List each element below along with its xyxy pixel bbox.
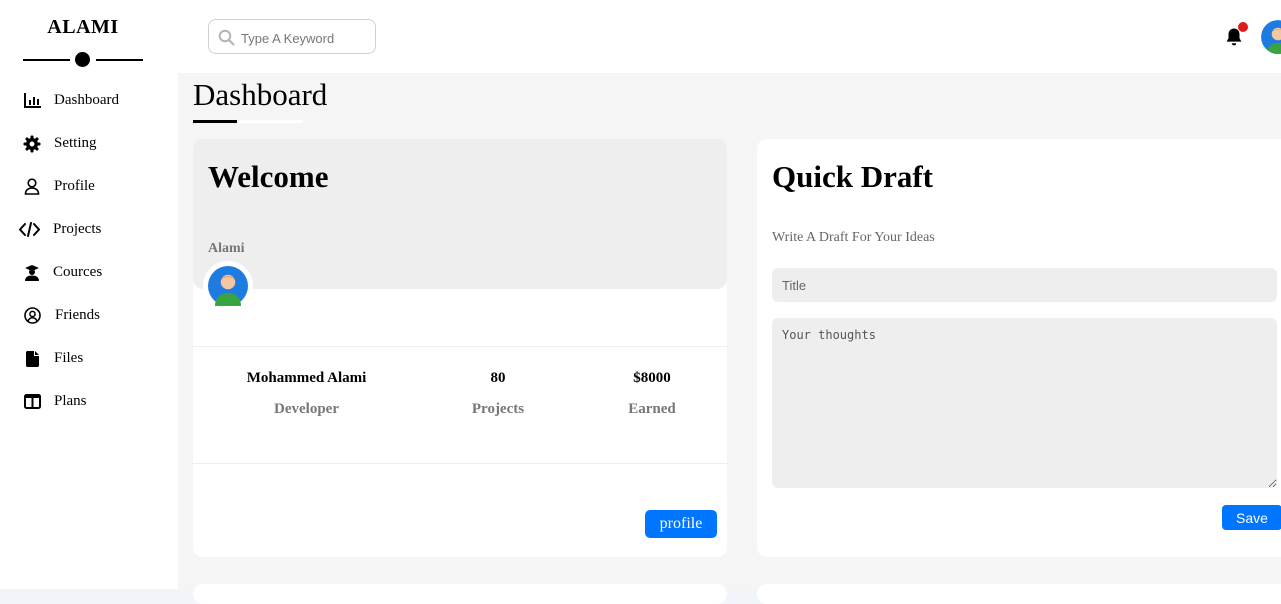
page-title: Dashboard <box>193 77 328 112</box>
stat-value: $8000 <box>633 370 671 386</box>
stat-earned: $8000 Earned <box>602 370 702 418</box>
stat-label: Projects <box>471 401 525 417</box>
user-icon <box>22 177 42 197</box>
sidebar-item-profile[interactable]: Profile <box>0 165 178 208</box>
stat-projects: 80 Projects <box>448 370 548 418</box>
stat-value: 80 <box>490 370 506 386</box>
next-card-left <box>193 584 727 604</box>
sidebar-nav: Dashboard Setting Profile Projects Courc… <box>0 79 178 423</box>
search-box <box>208 19 376 54</box>
sidebar-item-label: Cources <box>53 264 103 280</box>
profile-stats: Mohammed Alami Developer 80 Projects $80… <box>193 346 727 464</box>
sidebar-item-label: Setting <box>54 135 97 151</box>
sidebar-item-dashboard[interactable]: Dashboard <box>0 79 178 122</box>
sidebar-item-setting[interactable]: Setting <box>0 122 178 165</box>
stat-label: Earned <box>628 401 676 417</box>
save-button[interactable]: Save <box>1222 505 1281 530</box>
code-icon <box>18 220 40 240</box>
profile-button[interactable]: profile <box>645 510 717 538</box>
sidebar-item-label: Dashboard <box>54 92 119 108</box>
sidebar-item-label: Friends <box>55 307 100 323</box>
next-card-right <box>757 584 1281 604</box>
stat-label: Developer <box>274 401 339 417</box>
draft-thoughts-textarea[interactable] <box>772 318 1277 488</box>
draft-subtitle: Write A Draft For Your Ideas <box>772 230 935 245</box>
sidebar-item-label: Files <box>54 350 84 366</box>
draft-title-input[interactable] <box>772 268 1277 302</box>
sidebar-item-friends[interactable]: Friends <box>0 294 178 337</box>
notification-badge <box>1238 22 1248 32</box>
draft-title: Quick Draft <box>772 159 934 194</box>
brand-decoration <box>23 52 143 68</box>
sidebar: ALAMI Dashboard Setting Profile Projects… <box>0 0 178 589</box>
welcome-header: Welcome Alami <box>193 139 727 289</box>
welcome-card: Welcome Alami Mohammed Alami Developer 8… <box>193 139 727 557</box>
user-circle-icon <box>22 306 42 326</box>
welcome-title: Welcome <box>208 159 329 194</box>
columns-icon <box>22 392 42 412</box>
sidebar-item-plans[interactable]: Plans <box>0 380 178 423</box>
sidebar-item-files[interactable]: Files <box>0 337 178 380</box>
sidebar-item-label: Profile <box>54 178 95 194</box>
sidebar-item-label: Plans <box>54 393 87 409</box>
title-underline <box>193 120 303 123</box>
avatar <box>203 261 253 311</box>
file-icon <box>22 349 42 369</box>
user-avatar[interactable] <box>1261 20 1281 54</box>
stat-name: Mohammed Alami Developer <box>223 370 390 418</box>
sidebar-item-cources[interactable]: Cources <box>0 251 178 294</box>
gear-icon <box>22 134 42 154</box>
sidebar-item-label: Projects <box>53 221 102 237</box>
chart-bar-icon <box>22 91 42 111</box>
quick-draft-card: Quick Draft Write A Draft For Your Ideas… <box>757 139 1281 557</box>
welcome-name: Alami <box>208 241 245 256</box>
graduation-icon <box>22 263 42 283</box>
search-input[interactable] <box>239 26 373 50</box>
stat-value: Mohammed Alami <box>246 370 367 386</box>
search-icon <box>218 29 235 51</box>
main-content: Dashboard Welcome Alami Mohammed Alami D… <box>178 73 1281 604</box>
brand-logo: ALAMI <box>47 16 119 38</box>
sidebar-item-projects[interactable]: Projects <box>0 208 178 251</box>
top-header <box>178 0 1281 73</box>
